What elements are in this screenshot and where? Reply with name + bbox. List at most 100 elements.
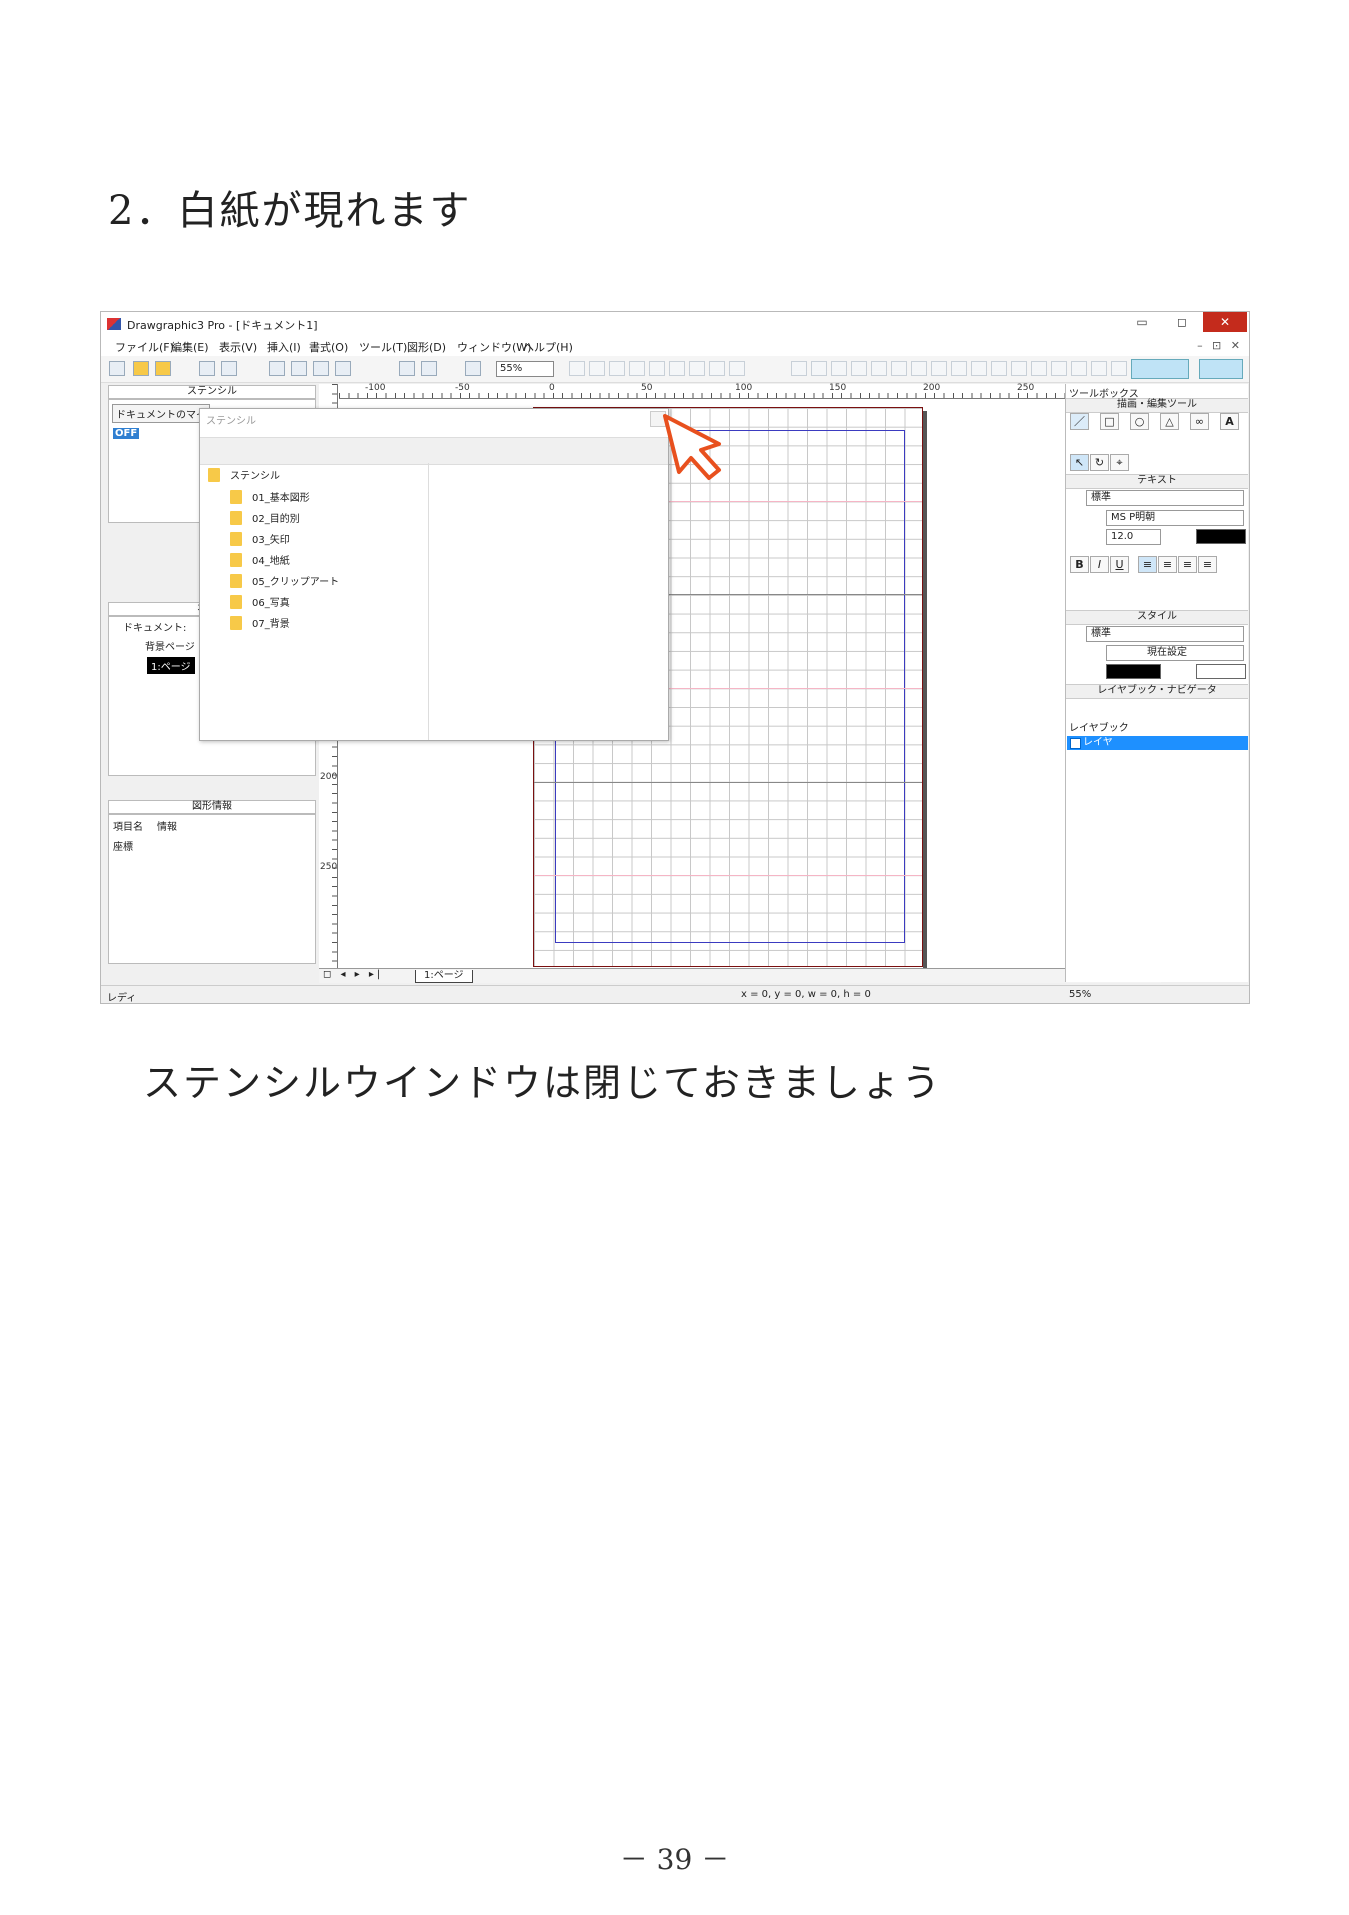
shape-tool-icon-17[interactable] — [1111, 361, 1127, 376]
cut-icon[interactable] — [269, 361, 285, 376]
stencil-folder[interactable]: 04_地紙 — [230, 552, 290, 567]
underline-icon[interactable]: U — [1110, 556, 1129, 573]
copy-icon[interactable] — [291, 361, 307, 376]
close-button[interactable]: ✕ — [1203, 312, 1247, 332]
shape-tool-icon-13[interactable] — [1031, 361, 1047, 376]
rotate-icon[interactable] — [649, 361, 665, 376]
ellipse-tool-icon[interactable]: ○ — [1130, 413, 1149, 430]
tree-page1[interactable]: 1:ページ — [147, 657, 195, 674]
shape-tool-icon-3[interactable] — [831, 361, 847, 376]
distribute-icon[interactable] — [709, 361, 725, 376]
stencil-root[interactable]: ステンシル — [208, 467, 280, 482]
stencil-folder[interactable]: 01_基本図形 — [230, 489, 310, 504]
off-toggle[interactable]: OFF — [113, 428, 140, 439]
justify-icon[interactable]: ≡ — [1198, 556, 1217, 573]
menu-window[interactable]: ウィンドウ(W) — [457, 339, 531, 355]
connector-tool-icon[interactable]: ∞ — [1190, 413, 1209, 430]
flip-icon[interactable] — [669, 361, 685, 376]
layer-visible-checkbox[interactable] — [1070, 738, 1081, 749]
zoom-icon[interactable] — [465, 361, 481, 376]
align-right-icon[interactable]: ≡ — [1178, 556, 1197, 573]
shape-tool-icon-14[interactable] — [1051, 361, 1067, 376]
fill-color-swatch[interactable] — [1196, 664, 1246, 679]
save-icon[interactable] — [155, 361, 171, 376]
shape-tool-icon-9[interactable] — [951, 361, 967, 376]
menu-file[interactable]: ファイル(F) — [115, 339, 174, 355]
shape-tool-icon-4[interactable] — [851, 361, 867, 376]
snap-icon[interactable] — [729, 361, 745, 376]
stencil-window[interactable]: ステンシル ステンシル 01_基本図形 02_目的別 03_矢印 04_地紙 0… — [199, 408, 669, 741]
open-icon[interactable] — [133, 361, 149, 376]
align-left-icon[interactable]: ≡ — [1138, 556, 1157, 573]
font-select[interactable]: MS P明朝 — [1106, 510, 1244, 526]
tree-background-page[interactable]: 背景ページ — [145, 638, 195, 653]
menu-format[interactable]: 書式(O) — [309, 339, 348, 355]
shape-tool-icon-5[interactable] — [871, 361, 887, 376]
node-edit-icon[interactable]: ⌖ — [1110, 454, 1129, 471]
menu-insert[interactable]: 挿入(I) — [267, 339, 301, 355]
shape-tool-icon-8[interactable] — [931, 361, 947, 376]
line-color-swatch[interactable] — [1106, 664, 1161, 679]
stencil-folder-label: 03_矢印 — [252, 535, 290, 546]
menu-help[interactable]: ヘルプ(H) — [523, 339, 573, 355]
select-tool-icon[interactable]: ↖ — [1070, 454, 1089, 471]
shape-tool-icon-2[interactable] — [811, 361, 827, 376]
stencil-folder[interactable]: 07_背景 — [230, 615, 290, 630]
stencil-folder[interactable]: 05_クリップアート — [230, 573, 339, 588]
bold-icon[interactable]: B — [1070, 556, 1089, 573]
italic-icon[interactable]: I — [1090, 556, 1109, 573]
text-tool-icon[interactable]: A — [1220, 413, 1239, 430]
page-tab[interactable]: 1:ページ — [415, 970, 473, 983]
tree-document[interactable]: ドキュメント: — [123, 619, 186, 634]
shape-tool-icon-11[interactable] — [991, 361, 1007, 376]
page-nav-icon[interactable]: ◻ ◂ ▸ ▸| — [323, 969, 383, 980]
app-icon — [107, 318, 121, 330]
menu-tools[interactable]: ツール(T) — [359, 339, 407, 355]
snap-toggle-group[interactable] — [1199, 359, 1243, 379]
polygon-tool-icon[interactable]: △ — [1160, 413, 1179, 430]
zoom-select[interactable]: 55% — [496, 361, 554, 377]
shape-tool-icon-6[interactable] — [891, 361, 907, 376]
print-preview-icon[interactable] — [221, 361, 237, 376]
font-size-select[interactable]: 12.0 — [1106, 529, 1161, 545]
stencil-folder[interactable]: 06_写真 — [230, 594, 290, 609]
stencil-folder[interactable]: 03_矢印 — [230, 531, 290, 546]
shape-tool-icon[interactable] — [791, 361, 807, 376]
order-icon[interactable] — [689, 361, 705, 376]
rect-tool-icon[interactable]: □ — [1100, 413, 1119, 430]
mdi-controls[interactable]: – ⊡ ✕ — [1197, 339, 1243, 352]
style-select[interactable]: 標準 — [1086, 626, 1244, 642]
stencil-folder[interactable]: 02_目的別 — [230, 510, 300, 525]
line-style-select[interactable]: 現在設定 — [1106, 645, 1244, 661]
group-icon[interactable] — [609, 361, 625, 376]
undo-icon[interactable] — [399, 361, 415, 376]
print-icon[interactable] — [199, 361, 215, 376]
grid-toggle-group[interactable] — [1131, 359, 1189, 379]
shape-tool-icon-10[interactable] — [971, 361, 987, 376]
menu-shape[interactable]: 図形(D) — [407, 339, 446, 355]
align-icon-2[interactable] — [589, 361, 605, 376]
paste-special-icon[interactable] — [335, 361, 351, 376]
align-icon[interactable] — [569, 361, 585, 376]
maximize-button[interactable]: ◻ — [1163, 312, 1201, 332]
text-color-swatch[interactable] — [1196, 529, 1246, 544]
line-tool-icon[interactable]: ／ — [1070, 413, 1089, 430]
shape-tool-icon-16[interactable] — [1091, 361, 1107, 376]
text-style-select[interactable]: 標準 — [1086, 490, 1244, 506]
rotate-tool-icon[interactable]: ↻ — [1090, 454, 1109, 471]
layer-row[interactable]: レイヤ — [1067, 736, 1248, 750]
shape-tool-icon-7[interactable] — [911, 361, 927, 376]
stencil-tab[interactable]: ドキュメントのマイ — [112, 404, 210, 423]
paste-icon[interactable] — [313, 361, 329, 376]
menu-view[interactable]: 表示(V) — [219, 339, 257, 355]
stencil-toolbar — [200, 437, 668, 465]
align-center-icon[interactable]: ≡ — [1158, 556, 1177, 573]
layerbook-dropdown[interactable]: レイヤブック — [1069, 719, 1129, 734]
new-icon[interactable] — [109, 361, 125, 376]
menu-edit[interactable]: 編集(E) — [171, 339, 209, 355]
ungroup-icon[interactable] — [629, 361, 645, 376]
redo-icon[interactable] — [421, 361, 437, 376]
shape-tool-icon-12[interactable] — [1011, 361, 1027, 376]
shape-tool-icon-15[interactable] — [1071, 361, 1087, 376]
minimize-button[interactable]: ▭ — [1123, 312, 1161, 332]
